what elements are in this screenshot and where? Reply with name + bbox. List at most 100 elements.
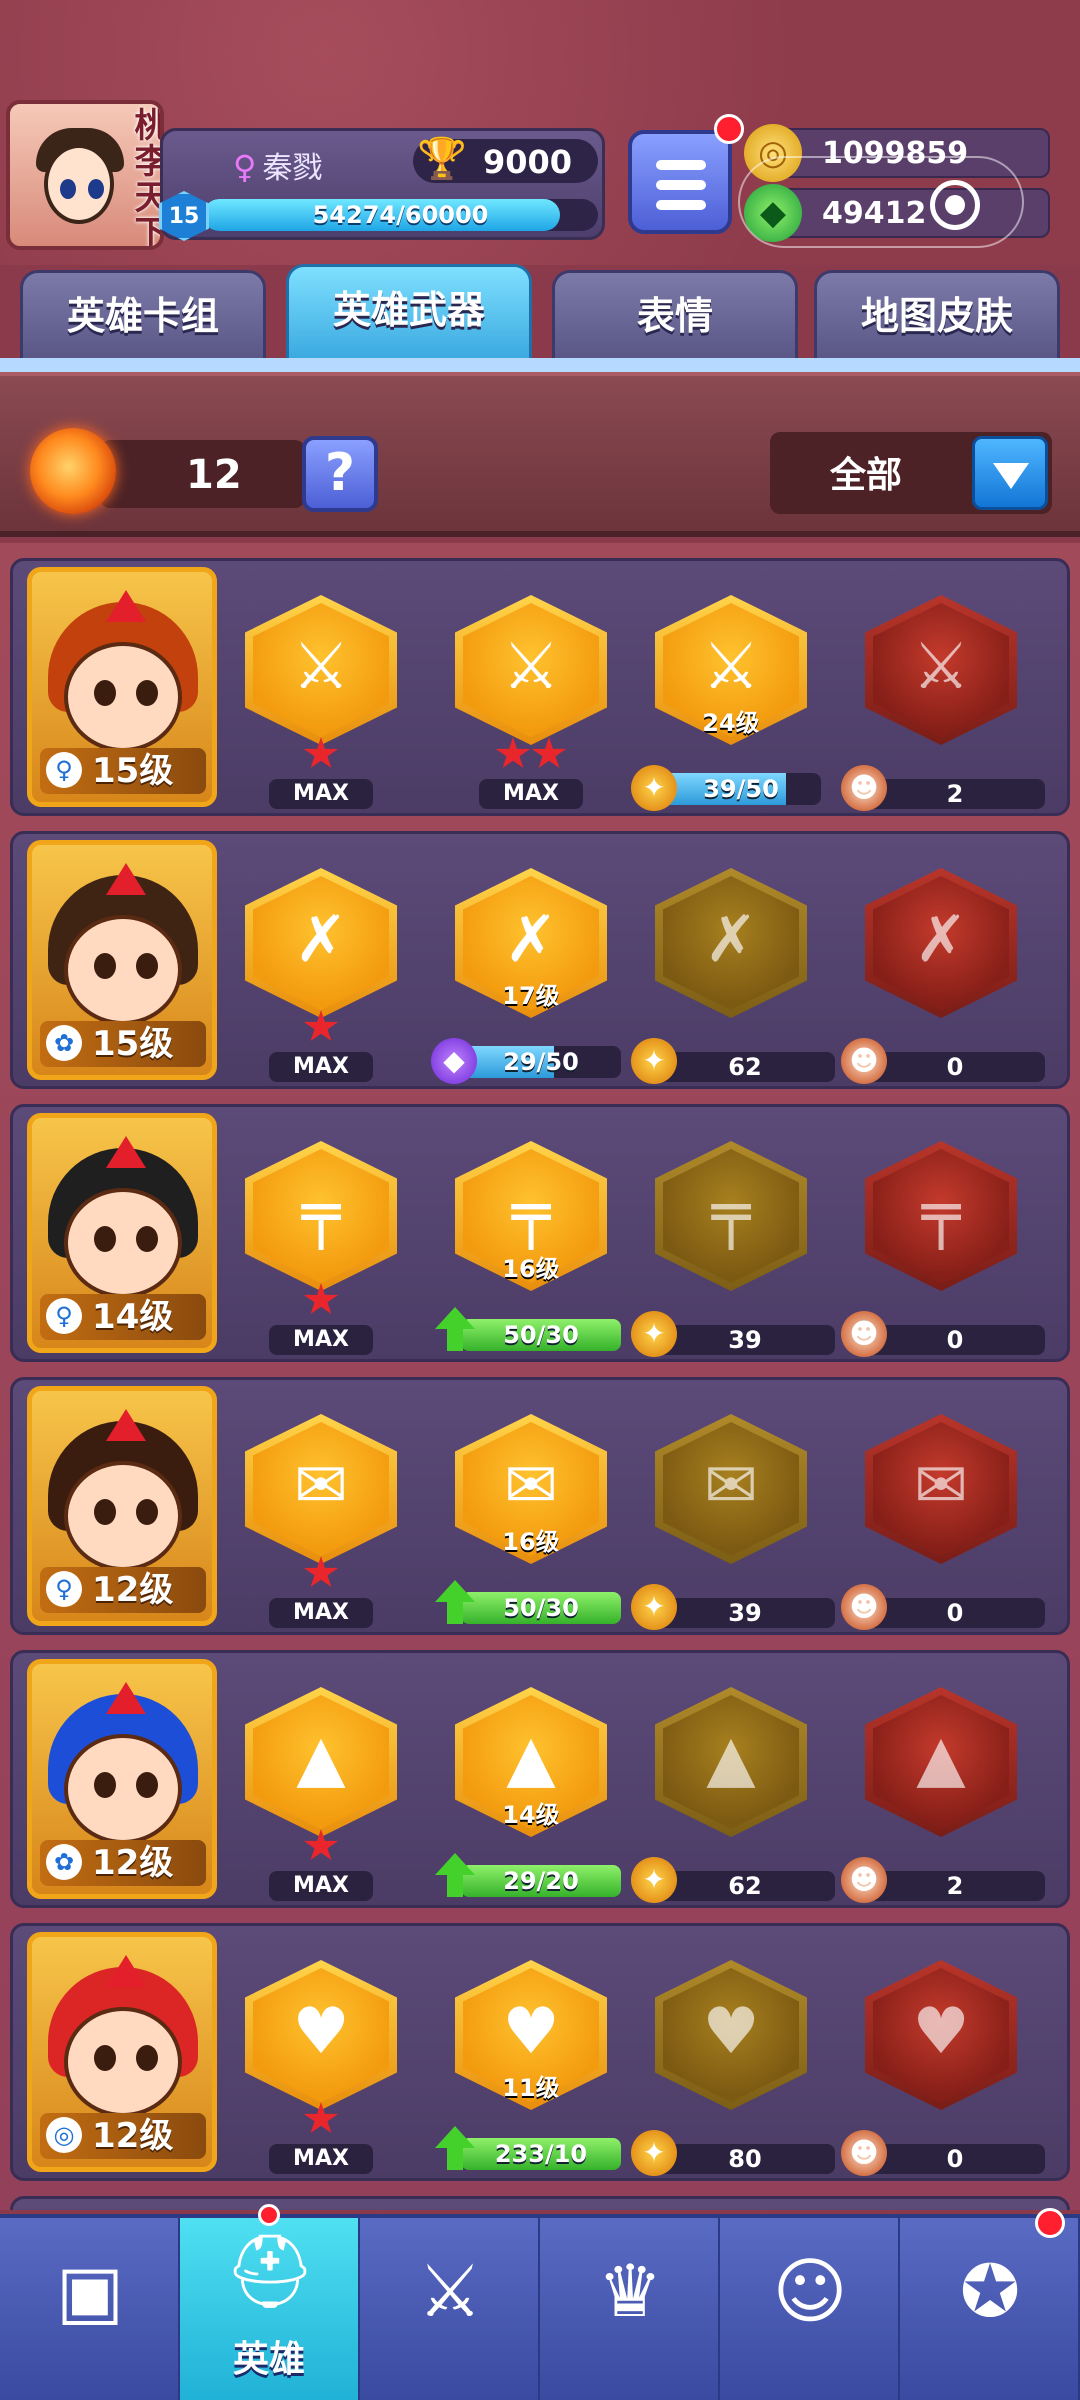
max-label: MAX [269, 1325, 373, 1355]
weapon-icon: ♥ [292, 1995, 350, 2069]
fragment-count: 2 [865, 779, 1045, 809]
hero-shard-icon: ☻ [841, 2130, 887, 2176]
nav-hero[interactable]: ⛑ 英雄 [180, 2218, 360, 2400]
hero-card[interactable]: ♀ 15级 [27, 567, 217, 807]
weapon-badge[interactable]: ⚔ [455, 595, 607, 745]
weapon-level: 14级 [502, 1801, 560, 1829]
weapon-badge[interactable]: ♥ [245, 1960, 397, 2110]
treasure-chest-icon: ▣ [55, 2249, 125, 2333]
filter-select[interactable]: 全部 [770, 432, 1052, 514]
weapon-badge[interactable]: ♥ [865, 1960, 1017, 2110]
hero-eye [94, 1772, 116, 1798]
weapon-badge[interactable]: ╤ 16级 [455, 1141, 607, 1291]
fragment-count: 0 [865, 1325, 1045, 1355]
weapon-progress-text: 39/50 [703, 775, 779, 803]
hero-weapon-row[interactable]: ◎ 12级 ♥ MAX ♥ 11级 233/10 ♥ 80 ✦ ♥ 0 ☻ [10, 1923, 1070, 2181]
nav-explore[interactable]: ✪ [900, 2218, 1080, 2400]
hero-weapon-row[interactable]: ♀ 12级 ✉ MAX ✉ 16级 50/30 ✉ 39 ✦ ✉ 0 ☻ [10, 1377, 1070, 1635]
trophy-value: 9000 [483, 143, 573, 181]
weapon-badge[interactable]: ⚔ [245, 595, 397, 745]
player-title-tag: 桃李天下 [128, 107, 164, 250]
weapon-fragment-icon: ✦ [631, 1857, 677, 1903]
hero-weapon-row[interactable]: ♀ 15级 ⚔ MAX ⚔ MAX ⚔ 24级 39/50 ✦ ⚔ 2 ☻ [10, 558, 1070, 816]
star-icon [303, 1829, 339, 1860]
hero-helmet-dot [258, 2204, 280, 2226]
weapon-badge[interactable]: ♥ [655, 1960, 807, 2110]
weapon-level: 16级 [502, 1255, 560, 1283]
tab-emotes[interactable]: 表情 [552, 270, 798, 362]
weapon-progress-bar: 50/30 [461, 1592, 621, 1624]
player-avatar[interactable]: 桃李天下 [6, 100, 164, 250]
tab-hero-weapons[interactable]: 英雄武器 [286, 264, 532, 362]
mini-program-capsule[interactable] [738, 156, 1024, 248]
weapon-badge[interactable]: ✉ [865, 1414, 1017, 1564]
help-button[interactable]: ? [302, 436, 378, 512]
weapon-progress-text: 233/10 [494, 2140, 588, 2168]
weapon-badge[interactable]: ╤ [655, 1141, 807, 1291]
hero-card[interactable]: ✿ 15级 [27, 840, 217, 1080]
hero-weapon-row[interactable]: ✿ 15级 ✗ MAX ✗ 17级 29/50 ◆ ✗ 62 ✦ ✗ 0 ☻ [10, 831, 1070, 1089]
female-icon: ♀ [233, 148, 257, 186]
target-icon[interactable] [930, 180, 980, 230]
nav-battle[interactable]: ⚔ [360, 2218, 540, 2400]
nav-rank[interactable]: ♛ [540, 2218, 720, 2400]
tab-hero-cards[interactable]: 英雄卡组 [20, 270, 266, 362]
nav-treasure-chest[interactable]: ▣ [0, 2218, 180, 2400]
hero-eye [94, 1226, 116, 1252]
weapon-badge[interactable]: ✉ [245, 1414, 397, 1564]
menu-button[interactable] [628, 130, 732, 234]
hero-card[interactable]: ♀ 14级 [27, 1113, 217, 1353]
weapon-badge[interactable]: ⚔ 24级 [655, 595, 807, 745]
weapon-icon: ⚔ [292, 630, 350, 704]
weapon-badge[interactable]: ╤ [245, 1141, 397, 1291]
hero-weapon-row[interactable]: ♀ 14级 ╤ MAX ╤ 16级 50/30 ╤ 39 ✦ ╤ 0 ☻ [10, 1104, 1070, 1362]
hero-shard-icon: ☻ [841, 1311, 887, 1357]
weapon-badge[interactable]: ▲ [245, 1687, 397, 1837]
weapon-badge[interactable]: ▲ [865, 1687, 1017, 1837]
weapon-list[interactable]: ♀ 15级 ⚔ MAX ⚔ MAX ⚔ 24级 39/50 ✦ ⚔ 2 ☻ ✿ 15级 ✗ MAX ✗ 17级 29/… [0, 543, 1080, 2210]
hero-card[interactable]: ◎ 12级 [27, 1932, 217, 2172]
nav-friends[interactable]: ☺ [720, 2218, 900, 2400]
chevron-down-icon[interactable] [972, 436, 1048, 510]
hero-weapon-row[interactable]: ✿ 12级 ▲ MAX ▲ 14级 29/20 ▲ 62 ✦ ▲ 2 ☻ [10, 1650, 1070, 1908]
hero-eye [136, 2045, 158, 2071]
weapon-fragment-icon: ◆ [431, 1038, 477, 1084]
weapon-icon: ╤ [511, 1176, 551, 1250]
nav-label: 英雄 [232, 2339, 305, 2380]
weapon-badge[interactable]: ✉ [655, 1414, 807, 1564]
weapon-badge[interactable]: ✗ [245, 868, 397, 1018]
token-count: 12 [186, 452, 242, 498]
fragment-count: 62 [655, 1871, 835, 1901]
max-label: MAX [269, 1871, 373, 1901]
weapon-badge[interactable]: ⚔ [865, 595, 1017, 745]
hero-face [64, 2007, 182, 2117]
weapon-badge[interactable]: ♥ 11级 [455, 1960, 607, 2110]
weapon-badge[interactable]: ╤ [865, 1141, 1017, 1291]
friends-icon: ☺ [772, 2249, 848, 2333]
hero-card[interactable]: ♀ 12级 [27, 1386, 217, 1626]
hero-card[interactable]: ✿ 12级 [27, 1659, 217, 1899]
weapon-progress-bar: 29/50 [461, 1046, 621, 1078]
tab-map-skins[interactable]: 地图皮肤 [814, 270, 1060, 362]
fragment-count: 80 [655, 2144, 835, 2174]
fragment-count: 2 [865, 1871, 1045, 1901]
weapon-progress-text: 29/50 [503, 1048, 579, 1076]
weapon-badge[interactable]: ✗ [865, 868, 1017, 1018]
hero-eye [94, 953, 116, 979]
menu-icon [656, 160, 706, 170]
fragment-count: 0 [865, 1598, 1045, 1628]
weapon-badge[interactable]: ▲ [655, 1687, 807, 1837]
weapon-icon: ✗ [504, 903, 558, 977]
hero-face [64, 642, 182, 752]
hero-class-icon: ◎ [46, 2117, 82, 2153]
weapon-badge[interactable]: ✉ 16级 [455, 1414, 607, 1564]
hero-class-icon: ✿ [46, 1844, 82, 1880]
weapon-fragment-icon: ✦ [631, 765, 677, 811]
player-profile-bar[interactable]: ♀ 秦戮 🏆 9000 54274/60000 15 [159, 128, 605, 241]
hero-weapon-row[interactable] [10, 2196, 1070, 2210]
max-label: MAX [269, 2144, 373, 2174]
filter-select-label: 全部 [830, 455, 903, 496]
weapon-badge[interactable]: ✗ 17级 [455, 868, 607, 1018]
weapon-badge[interactable]: ✗ [655, 868, 807, 1018]
weapon-badge[interactable]: ▲ 14级 [455, 1687, 607, 1837]
